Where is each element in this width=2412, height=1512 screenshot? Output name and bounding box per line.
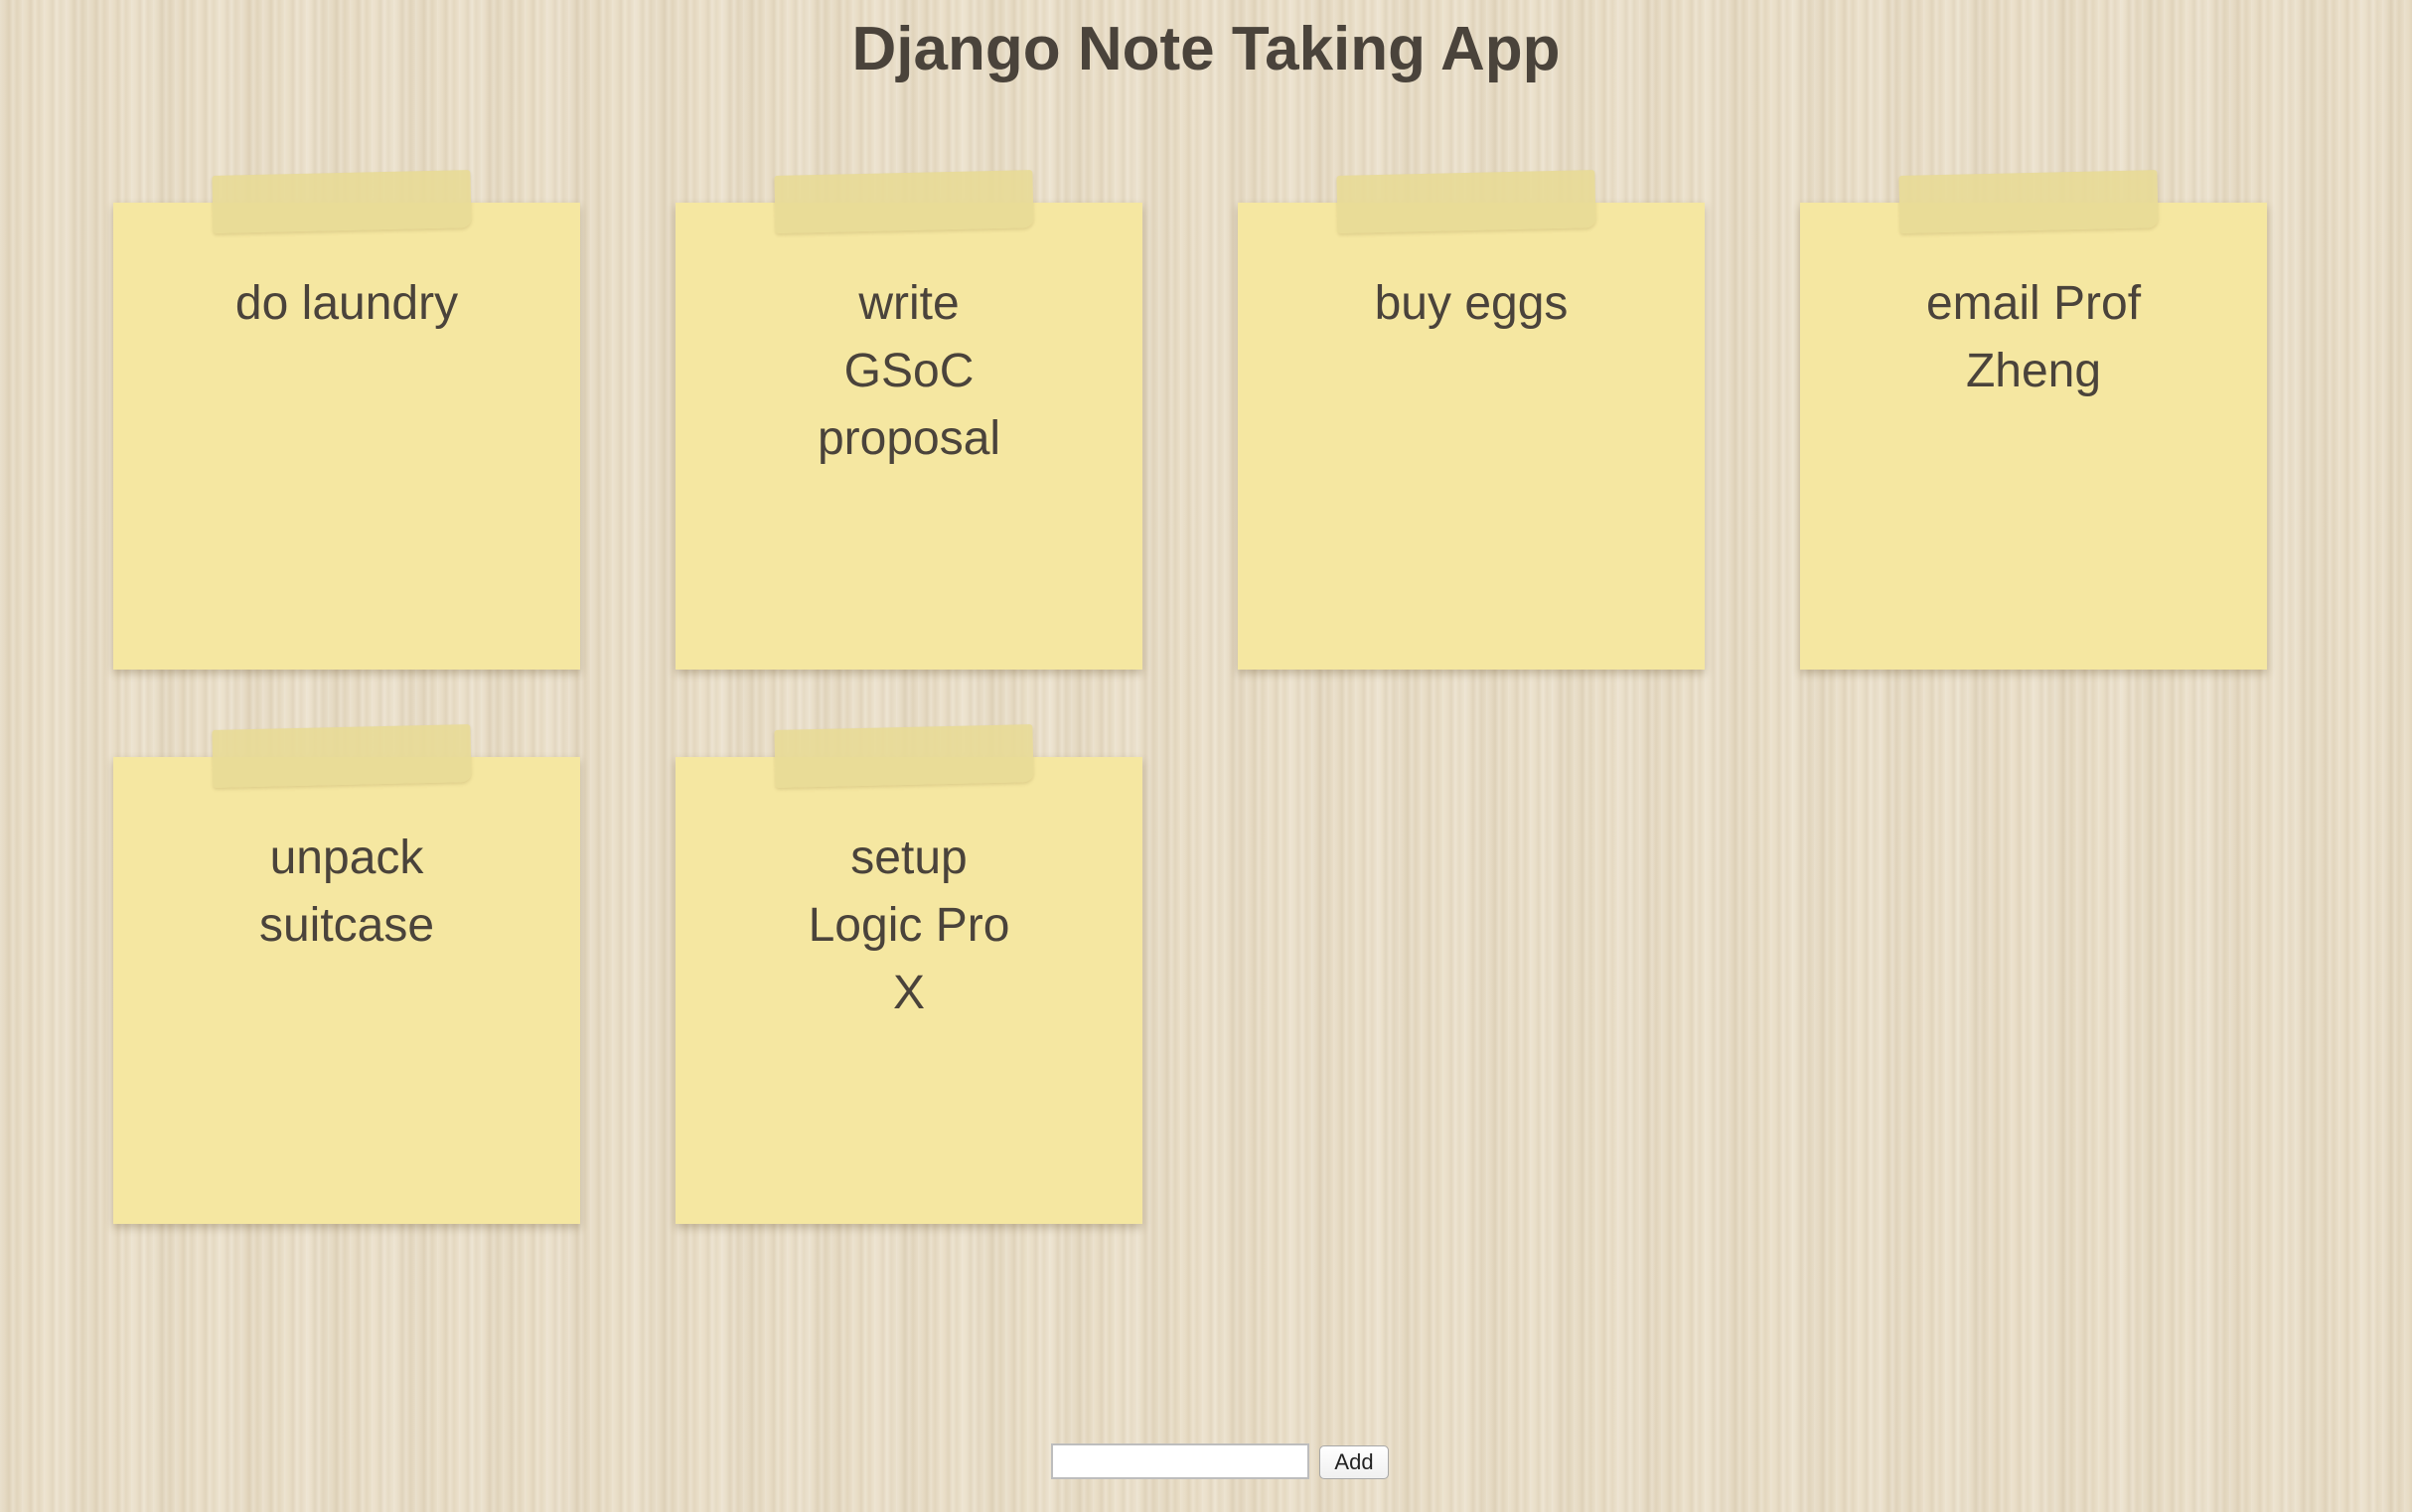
- add-button[interactable]: Add: [1319, 1445, 1389, 1479]
- note-text: setup Logic Pro X: [808, 832, 1010, 1019]
- tape-strip: [212, 170, 472, 233]
- note-card[interactable]: setup Logic Pro X: [676, 724, 1142, 1224]
- tape-strip: [1336, 170, 1596, 233]
- note-card[interactable]: do laundry: [113, 170, 580, 670]
- note-card[interactable]: unpack suitcase: [113, 724, 580, 1224]
- note-text: buy eggs: [1374, 277, 1569, 330]
- note-card[interactable]: buy eggs: [1238, 170, 1705, 670]
- tape-strip: [774, 724, 1034, 788]
- tape-strip: [212, 724, 472, 788]
- note-text: do laundry: [234, 277, 459, 330]
- note-card[interactable]: email Prof Zheng: [1800, 170, 2267, 670]
- note-input[interactable]: [1051, 1443, 1309, 1479]
- tape-strip: [774, 170, 1034, 233]
- note-text: unpack suitcase: [258, 832, 435, 952]
- note-text: write GSoC proposal: [817, 277, 1001, 465]
- note-card[interactable]: write GSoC proposal: [676, 170, 1142, 670]
- tape-strip: [1898, 170, 2159, 233]
- page-title: Django Note Taking App: [851, 15, 1561, 83]
- note-text: email Prof Zheng: [1925, 277, 2142, 397]
